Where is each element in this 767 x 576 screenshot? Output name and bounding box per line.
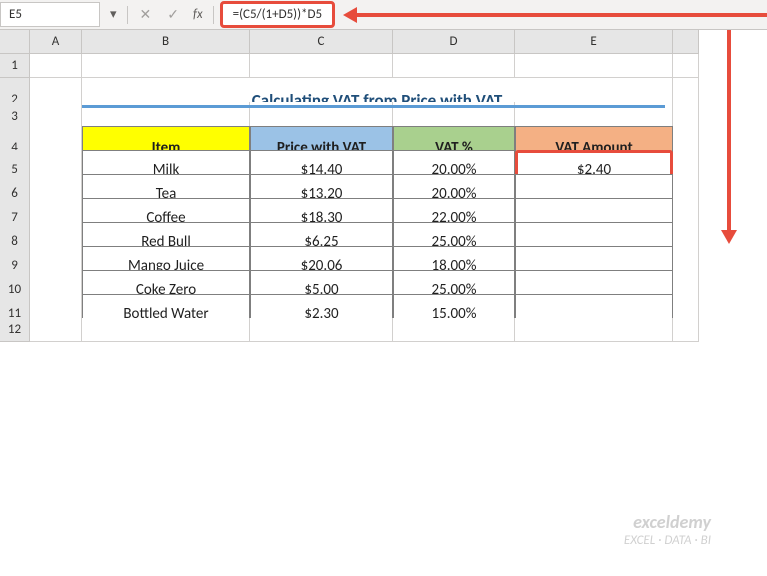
cell[interactable]	[673, 318, 699, 342]
cell[interactable]	[673, 54, 699, 78]
name-box[interactable]: E5	[0, 2, 100, 27]
cell[interactable]	[82, 318, 250, 342]
check-icon[interactable]: ✓	[159, 6, 187, 23]
formula-input[interactable]: =(C5/(1+D5))*D5	[220, 1, 336, 28]
name-box-dropdown-icon[interactable]: ▾	[104, 7, 123, 22]
cell[interactable]	[515, 54, 673, 78]
col-header-C[interactable]: C	[250, 30, 393, 54]
col-header-E[interactable]: E	[515, 30, 673, 54]
annotation-arrow-down	[727, 30, 731, 230]
spreadsheet-grid[interactable]: A B C D E 1 2 Calculating VAT from Price…	[0, 30, 767, 342]
cancel-icon[interactable]: ✕	[132, 6, 160, 23]
row-header-1[interactable]: 1	[0, 54, 30, 78]
col-header-B[interactable]: B	[82, 30, 250, 54]
title-underline	[82, 105, 665, 108]
formula-bar: E5 ▾ ✕ ✓ fx =(C5/(1+D5))*D5	[0, 0, 767, 30]
watermark-big: exceldemy	[624, 511, 711, 533]
cell[interactable]	[82, 54, 250, 78]
select-all-corner[interactable]	[0, 30, 30, 54]
cell[interactable]	[30, 54, 82, 78]
row-header-12[interactable]: 12	[0, 318, 30, 342]
cell[interactable]	[250, 54, 393, 78]
cell[interactable]	[393, 318, 515, 342]
fx-label[interactable]: fx	[187, 7, 209, 22]
watermark-small: EXCEL · DATA · BI	[624, 533, 711, 548]
separator	[213, 6, 214, 24]
col-header-A[interactable]: A	[30, 30, 82, 54]
cell[interactable]	[250, 318, 393, 342]
separator	[127, 6, 128, 24]
col-header-D[interactable]: D	[393, 30, 515, 54]
watermark: exceldemy EXCEL · DATA · BI	[624, 511, 711, 548]
cell[interactable]	[515, 318, 673, 342]
cell[interactable]	[393, 54, 515, 78]
cell[interactable]	[30, 318, 82, 342]
col-header-blank[interactable]	[673, 30, 699, 54]
annotation-arrow	[335, 7, 767, 23]
